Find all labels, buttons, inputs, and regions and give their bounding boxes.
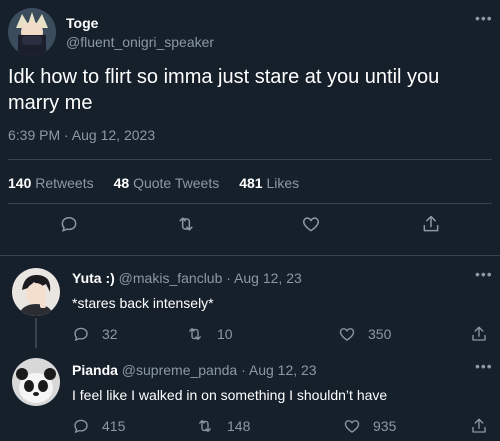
reply-button[interactable] bbox=[59, 214, 79, 234]
quotes-count: 48 bbox=[113, 175, 130, 191]
share-button[interactable] bbox=[421, 214, 441, 234]
divider bbox=[0, 255, 500, 256]
retweet-button[interactable]: 148 bbox=[195, 417, 250, 435]
reply-button[interactable]: 415 bbox=[72, 417, 125, 435]
like-button[interactable]: 935 bbox=[343, 417, 396, 435]
heart-icon bbox=[302, 217, 320, 232]
retweet-icon bbox=[189, 328, 201, 340]
reply-display-name[interactable]: Yuta :) bbox=[72, 270, 115, 286]
reply-icon bbox=[61, 216, 77, 232]
reply-meta[interactable]: @supreme_panda · Aug 12, 23 bbox=[122, 362, 317, 378]
retweet-count: 148 bbox=[227, 418, 251, 434]
reply-meta[interactable]: @makis_fanclub · Aug 12, 23 bbox=[119, 270, 302, 286]
divider bbox=[8, 159, 492, 160]
likes-count: 481 bbox=[239, 175, 263, 191]
retweet-count: 10 bbox=[217, 326, 233, 342]
heart-icon bbox=[344, 420, 360, 433]
share-icon bbox=[472, 418, 486, 433]
main-handle[interactable]: @fluent_onigri_speaker bbox=[66, 34, 214, 50]
retweet-button[interactable] bbox=[175, 214, 197, 234]
reply-count: 32 bbox=[102, 326, 118, 342]
stats-row: 140 Retweets 48 Quote Tweets 481 Likes bbox=[8, 175, 299, 191]
like-count: 935 bbox=[373, 418, 397, 434]
reply-text: *stares back intensely* bbox=[72, 295, 214, 311]
share-icon bbox=[472, 326, 486, 341]
reply-avatar[interactable] bbox=[12, 268, 60, 316]
like-button[interactable]: 350 bbox=[338, 325, 391, 343]
reply-icon bbox=[74, 327, 88, 342]
retweets-count: 140 bbox=[8, 175, 32, 191]
retweet-icon bbox=[199, 420, 211, 432]
retweet-button[interactable]: 10 bbox=[185, 325, 233, 343]
share-button[interactable] bbox=[470, 325, 488, 343]
more-icon[interactable]: ••• bbox=[475, 266, 493, 282]
likes-stat[interactable]: 481 Likes bbox=[239, 175, 299, 191]
quotes-label: Quote Tweets bbox=[133, 175, 220, 191]
quotes-stat[interactable]: 48 Quote Tweets bbox=[114, 175, 220, 191]
retweets-label: Retweets bbox=[35, 175, 94, 191]
more-icon[interactable]: ••• bbox=[475, 10, 493, 26]
reply-display-name[interactable]: Pianda bbox=[72, 362, 118, 378]
thread-line bbox=[35, 318, 37, 348]
main-timestamp[interactable]: 6:39 PM · Aug 12, 2023 bbox=[8, 127, 155, 143]
reply-avatar[interactable] bbox=[12, 358, 60, 406]
like-count: 350 bbox=[368, 326, 392, 342]
main-display-name[interactable]: Toge bbox=[66, 15, 98, 31]
divider bbox=[8, 203, 492, 204]
share-button[interactable] bbox=[470, 417, 488, 435]
retweets-stat[interactable]: 140 Retweets bbox=[8, 175, 94, 191]
likes-label: Likes bbox=[266, 175, 300, 191]
more-icon[interactable]: ••• bbox=[475, 358, 493, 374]
retweet-icon bbox=[179, 217, 193, 231]
heart-icon bbox=[339, 328, 355, 341]
share-icon bbox=[423, 215, 439, 232]
reply-header: Yuta :) @makis_fanclub · Aug 12, 23 bbox=[72, 270, 302, 286]
reply-count: 415 bbox=[102, 418, 126, 434]
like-button[interactable] bbox=[301, 214, 321, 234]
reply-icon bbox=[74, 419, 88, 434]
reply-header: Pianda @supreme_panda · Aug 12, 23 bbox=[72, 362, 317, 378]
main-tweet-text: Idk how to flirt so imma just stare at y… bbox=[8, 66, 440, 114]
reply-text: I feel like I walked in on something I s… bbox=[72, 387, 388, 403]
reply-button[interactable]: 32 bbox=[72, 325, 118, 343]
main-avatar[interactable] bbox=[8, 8, 56, 56]
